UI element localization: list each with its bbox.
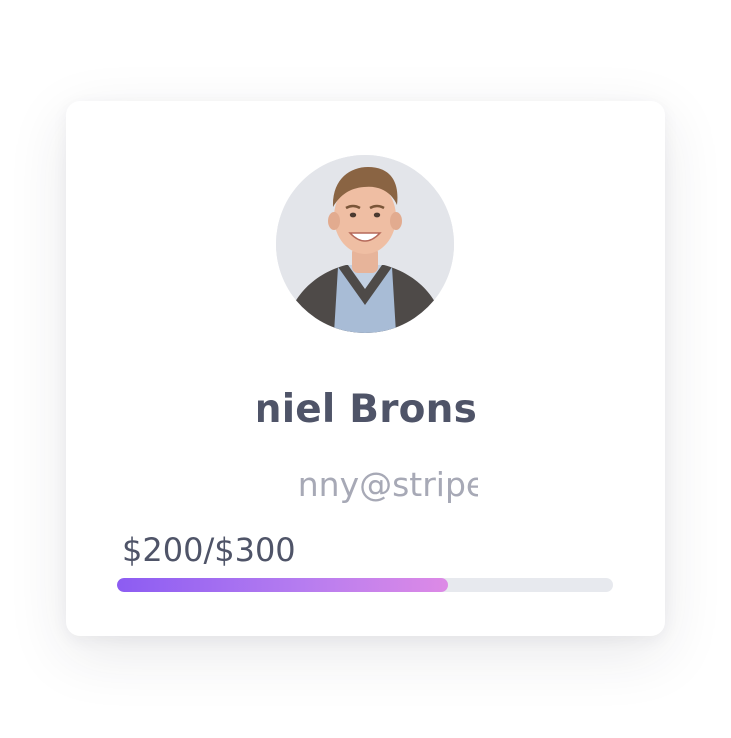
funding-progress-fill	[117, 578, 448, 592]
avatar	[276, 155, 454, 333]
profile-card: niel Brons nny@stripe.cc $200/$300	[66, 101, 665, 636]
profile-email: nny@stripe.cc	[297, 465, 478, 504]
person-photo-icon	[276, 155, 454, 333]
funding-amount: $200/$300	[122, 531, 296, 569]
funding-progress-bar	[117, 578, 613, 592]
name-container: niel Brons	[258, 383, 480, 443]
email-container: nny@stripe.cc	[253, 461, 478, 511]
profile-name: niel Brons	[258, 387, 477, 432]
